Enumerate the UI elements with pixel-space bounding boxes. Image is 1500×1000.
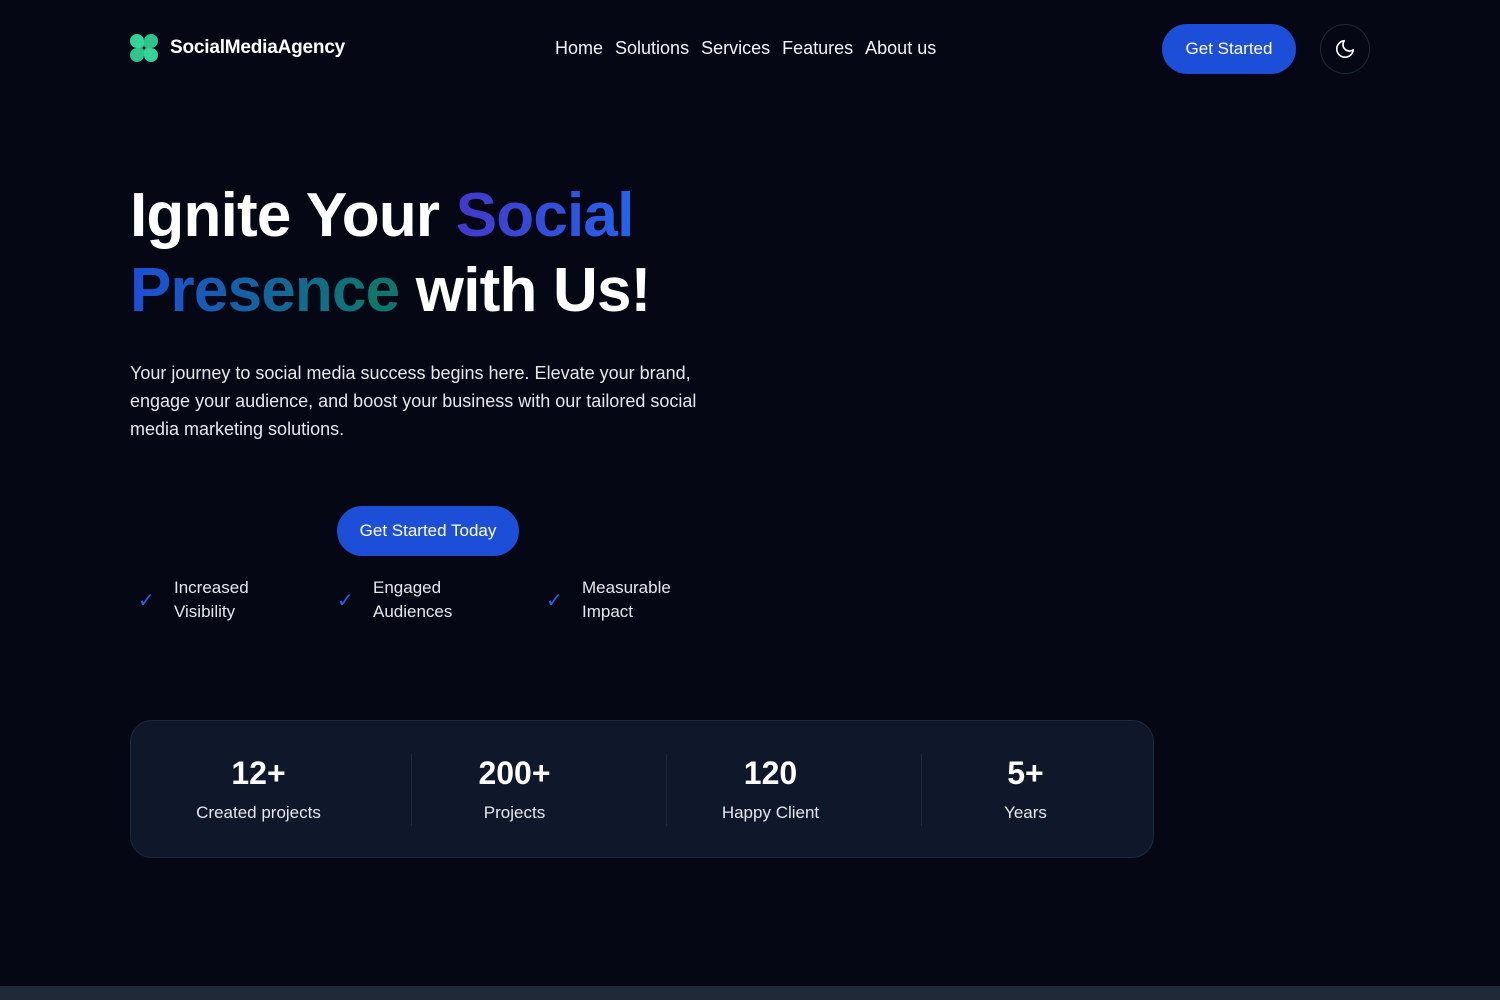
stat-item: 12+ Created projects xyxy=(131,721,386,859)
hero-title-part2: with Us! xyxy=(399,256,652,325)
benefit-label: Measurable Impact xyxy=(582,578,671,621)
main-nav: Home Solutions Services Features About u… xyxy=(555,38,936,59)
site-header: SocialMediaAgency Home Solutions Service… xyxy=(0,0,1500,100)
brand[interactable]: SocialMediaAgency xyxy=(130,34,345,62)
check-icon: ✓ xyxy=(546,589,563,612)
nav-services[interactable]: Services xyxy=(701,38,770,59)
stat-value: 200+ xyxy=(478,755,551,791)
stat-item: 5+ Years xyxy=(898,721,1153,859)
nav-features[interactable]: Features xyxy=(782,38,853,59)
hero-subtitle: Your journey to social media success beg… xyxy=(130,363,697,439)
check-icon: ✓ xyxy=(337,589,354,612)
stat-item: 200+ Projects xyxy=(387,721,642,859)
theme-toggle-button[interactable] xyxy=(1320,24,1370,74)
hero-title: Ignite Your Social Presence with Us! xyxy=(130,178,830,328)
benefit-item: ✓ Measurable Impact xyxy=(546,576,692,624)
nav-home[interactable]: Home xyxy=(555,38,603,59)
stats-card: 12+ Created projects 200+ Projects 120 H… xyxy=(130,720,1154,858)
moon-icon xyxy=(1335,39,1355,59)
stat-label: Created projects xyxy=(196,803,321,822)
brand-name: SocialMediaAgency xyxy=(170,37,346,58)
stat-item: 120 Happy Client xyxy=(643,721,898,859)
nav-solutions[interactable]: Solutions xyxy=(615,38,689,59)
benefit-item: ✓ Engaged Audiences xyxy=(337,576,483,624)
stat-value: 5+ xyxy=(1007,755,1044,791)
get-started-button[interactable]: Get Started xyxy=(1162,24,1296,74)
benefits-list: ✓ Increased Visibility ✓ Engaged Audienc… xyxy=(130,576,830,636)
stat-value: 120 xyxy=(743,755,798,791)
hero-title-highlight-social: Social xyxy=(455,181,635,250)
stat-label: Projects xyxy=(483,803,546,822)
benefit-item: ✓ Increased Visibility xyxy=(138,576,284,624)
stat-label: Years xyxy=(1004,803,1047,822)
hero-title-highlight-presence: Presence xyxy=(130,256,400,325)
get-started-today-button[interactable]: Get Started Today xyxy=(337,506,519,556)
clover-logo-icon xyxy=(130,34,158,62)
benefit-label: Increased Visibility xyxy=(174,578,249,621)
benefit-label: Engaged Audiences xyxy=(373,578,453,621)
horizontal-scrollbar[interactable] xyxy=(0,986,1500,1000)
check-icon: ✓ xyxy=(138,589,155,612)
nav-about-us[interactable]: About us xyxy=(865,38,936,59)
stat-label: Happy Client xyxy=(721,803,820,822)
landing-page: SocialMediaAgency Home Solutions Service… xyxy=(0,0,1500,1000)
hero-title-part1: Ignite Your xyxy=(130,181,456,250)
stat-value: 12+ xyxy=(231,755,286,791)
